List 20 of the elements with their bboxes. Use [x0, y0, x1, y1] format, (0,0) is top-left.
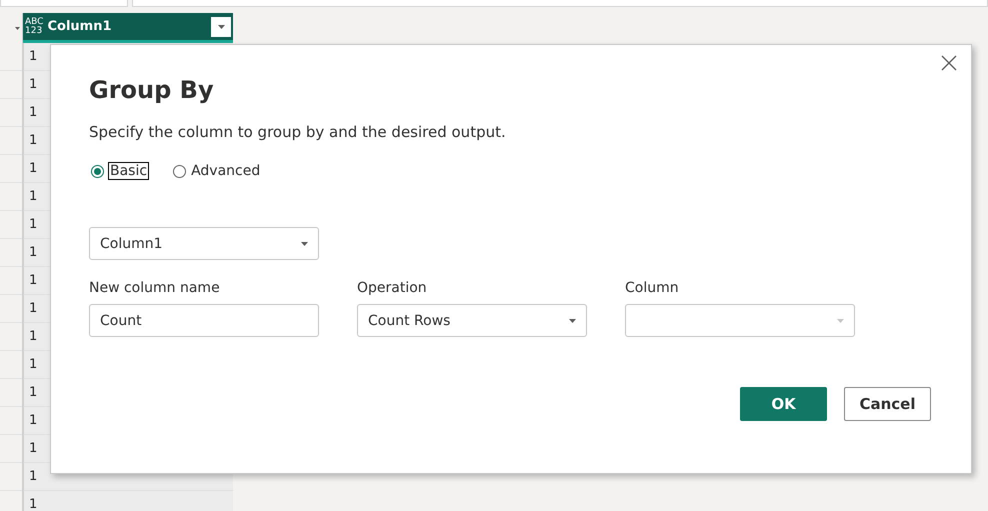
caret-icon[interactable]: [15, 26, 20, 30]
field-label: Operation: [357, 280, 428, 296]
type-icon[interactable]: ABC 123: [25, 18, 44, 36]
radio-icon[interactable]: [173, 164, 186, 178]
filter-button[interactable]: [211, 16, 231, 36]
close-icon[interactable]: [941, 55, 957, 71]
field-label: Column: [625, 280, 680, 296]
ok-button[interactable]: OK: [740, 387, 827, 421]
field-label: New column name: [89, 280, 221, 296]
name-field[interactable]: Count: [89, 304, 319, 337]
caret-icon: [569, 318, 576, 322]
caret-icon: [301, 242, 308, 246]
column-dropdown[interactable]: Column1: [89, 227, 319, 260]
cancel-button[interactable]: Cancel: [844, 387, 931, 421]
caret-icon: [218, 24, 224, 28]
caret-icon: [837, 318, 844, 322]
radio-icon[interactable]: [91, 164, 104, 178]
table-cell: 1: [23, 491, 233, 511]
dropdown[interactable]: Count Rows: [357, 304, 587, 337]
column-name: Column1: [47, 19, 112, 34]
